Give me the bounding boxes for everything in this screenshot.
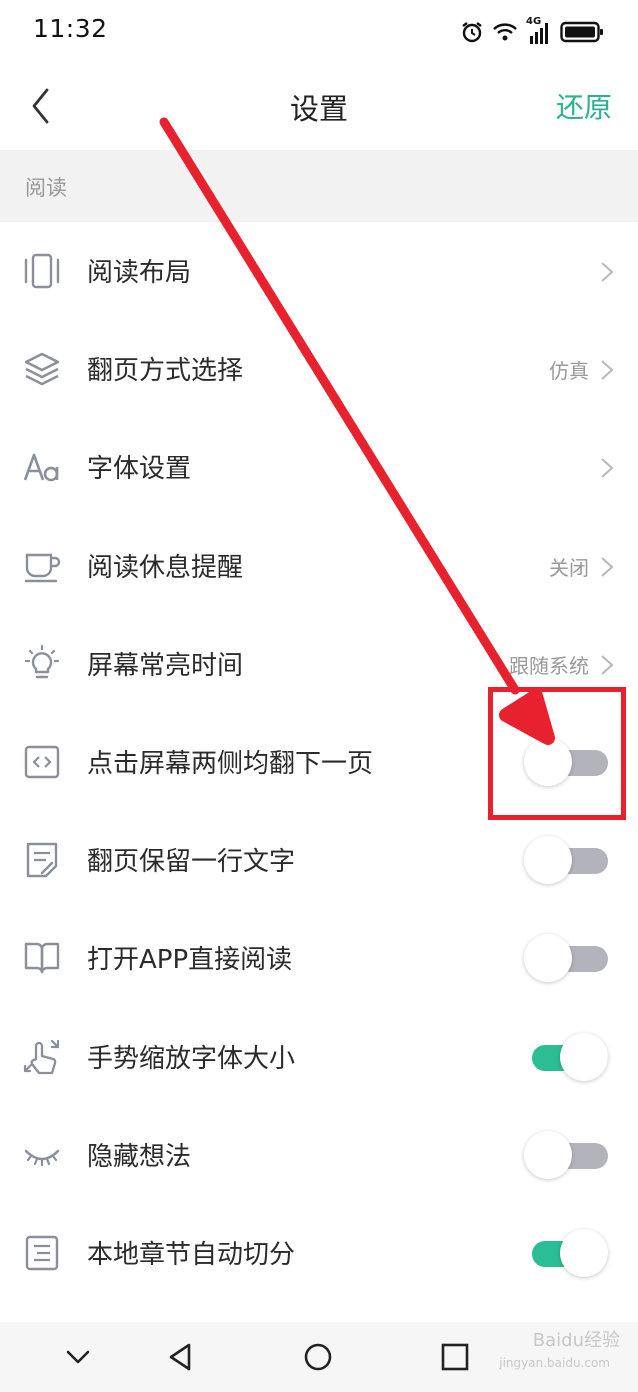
nav-back-button[interactable] — [164, 1340, 198, 1374]
nav-home-button[interactable] — [301, 1340, 335, 1374]
settings-list: 阅读布局 翻页方式选择 仿真 字体设置 阅读休息提醒 关闭 屏幕常亮时间 跟随系… — [0, 222, 638, 1302]
eye-closed-icon — [24, 1149, 60, 1166]
setting-row-page-turn-mode[interactable]: 翻页方式选择 仿真 — [0, 320, 638, 418]
watermark-brand: Baidu经验 — [532, 1330, 620, 1351]
setting-label: 阅读休息提醒 — [87, 552, 244, 583]
chevron-right-icon — [601, 458, 614, 479]
app-header: 设置 还原 — [0, 64, 638, 151]
section-title: 阅读 — [25, 176, 67, 200]
setting-row-auto-split: 本地章节自动切分 — [0, 1204, 638, 1302]
setting-label: 翻页方式选择 — [87, 356, 244, 387]
list-icon — [25, 1235, 59, 1271]
chevron-right-icon — [601, 556, 614, 577]
setting-label: 阅读布局 — [87, 258, 192, 288]
status-time: 11:32 — [33, 14, 108, 43]
status-bar: 11:32 4G — [0, 0, 638, 64]
cup-icon — [24, 553, 61, 582]
setting-label: 隐藏想法 — [87, 1141, 192, 1172]
note-icon — [26, 842, 58, 878]
toggle-tap-both-sides[interactable] — [524, 737, 608, 786]
setting-row-pinch-zoom: 手势缩放字体大小 — [0, 1008, 638, 1106]
bulb-icon — [24, 644, 60, 678]
toggle-hide-thoughts[interactable] — [524, 1130, 608, 1179]
toggle-auto-split[interactable] — [524, 1228, 608, 1277]
setting-label: 屏幕常亮时间 — [87, 650, 244, 681]
alarm-icon — [462, 22, 482, 43]
font-icon — [23, 454, 59, 482]
setting-row-open-reading: 打开APP直接阅读 — [0, 909, 638, 1007]
book-icon — [24, 943, 60, 974]
setting-row-font[interactable]: 字体设置 — [0, 418, 638, 516]
toggle-keep-line[interactable] — [524, 836, 608, 885]
setting-row-screen-on-time[interactable]: 屏幕常亮时间 跟随系统 — [0, 615, 638, 713]
section-header: 阅读 — [0, 150, 638, 222]
status-icons: 4G — [460, 16, 604, 48]
setting-row-hide-thoughts: 隐藏想法 — [0, 1106, 638, 1204]
setting-label: 打开APP直接阅读 — [87, 945, 293, 976]
setting-label: 本地章节自动切分 — [87, 1239, 296, 1270]
setting-label: 字体设置 — [87, 454, 192, 485]
chevron-right-icon — [601, 262, 614, 282]
battery-icon — [560, 21, 603, 43]
setting-label: 点击屏幕两侧均翻下一页 — [87, 748, 374, 779]
setting-row-keep-line: 翻页保留一行文字 — [0, 811, 638, 909]
restore-button[interactable]: 还原 — [556, 86, 612, 126]
setting-value: 仿真 — [549, 359, 589, 384]
setting-label: 翻页保留一行文字 — [87, 847, 296, 878]
layers-icon — [24, 352, 60, 386]
layout-icon — [24, 253, 60, 289]
setting-value: 跟随系统 — [509, 653, 589, 678]
wifi-icon — [493, 23, 517, 41]
setting-row-rest-reminder[interactable]: 阅读休息提醒 关闭 — [0, 517, 638, 615]
page-title: 设置 — [289, 92, 348, 126]
setting-row-reading-layout[interactable]: 阅读布局 — [0, 222, 638, 320]
watermark-sub: jingyan.baidu.com — [499, 1356, 610, 1370]
setting-label: 手势缩放字体大小 — [87, 1043, 296, 1074]
gesture-icon — [23, 1039, 60, 1074]
nav-collapse-button[interactable] — [61, 1340, 95, 1374]
toggle-open-reading[interactable] — [524, 934, 608, 983]
code-icon — [24, 745, 60, 779]
setting-value: 关闭 — [549, 555, 589, 580]
chevron-right-icon — [601, 360, 614, 380]
toggle-pinch-zoom[interactable] — [524, 1032, 608, 1081]
nav-recents-button[interactable] — [438, 1340, 472, 1374]
setting-row-tap-both-sides: 点击屏幕两侧均翻下一页 — [0, 713, 638, 811]
chevron-right-icon — [601, 655, 614, 675]
cell-signal-icon: 4G — [526, 16, 552, 46]
